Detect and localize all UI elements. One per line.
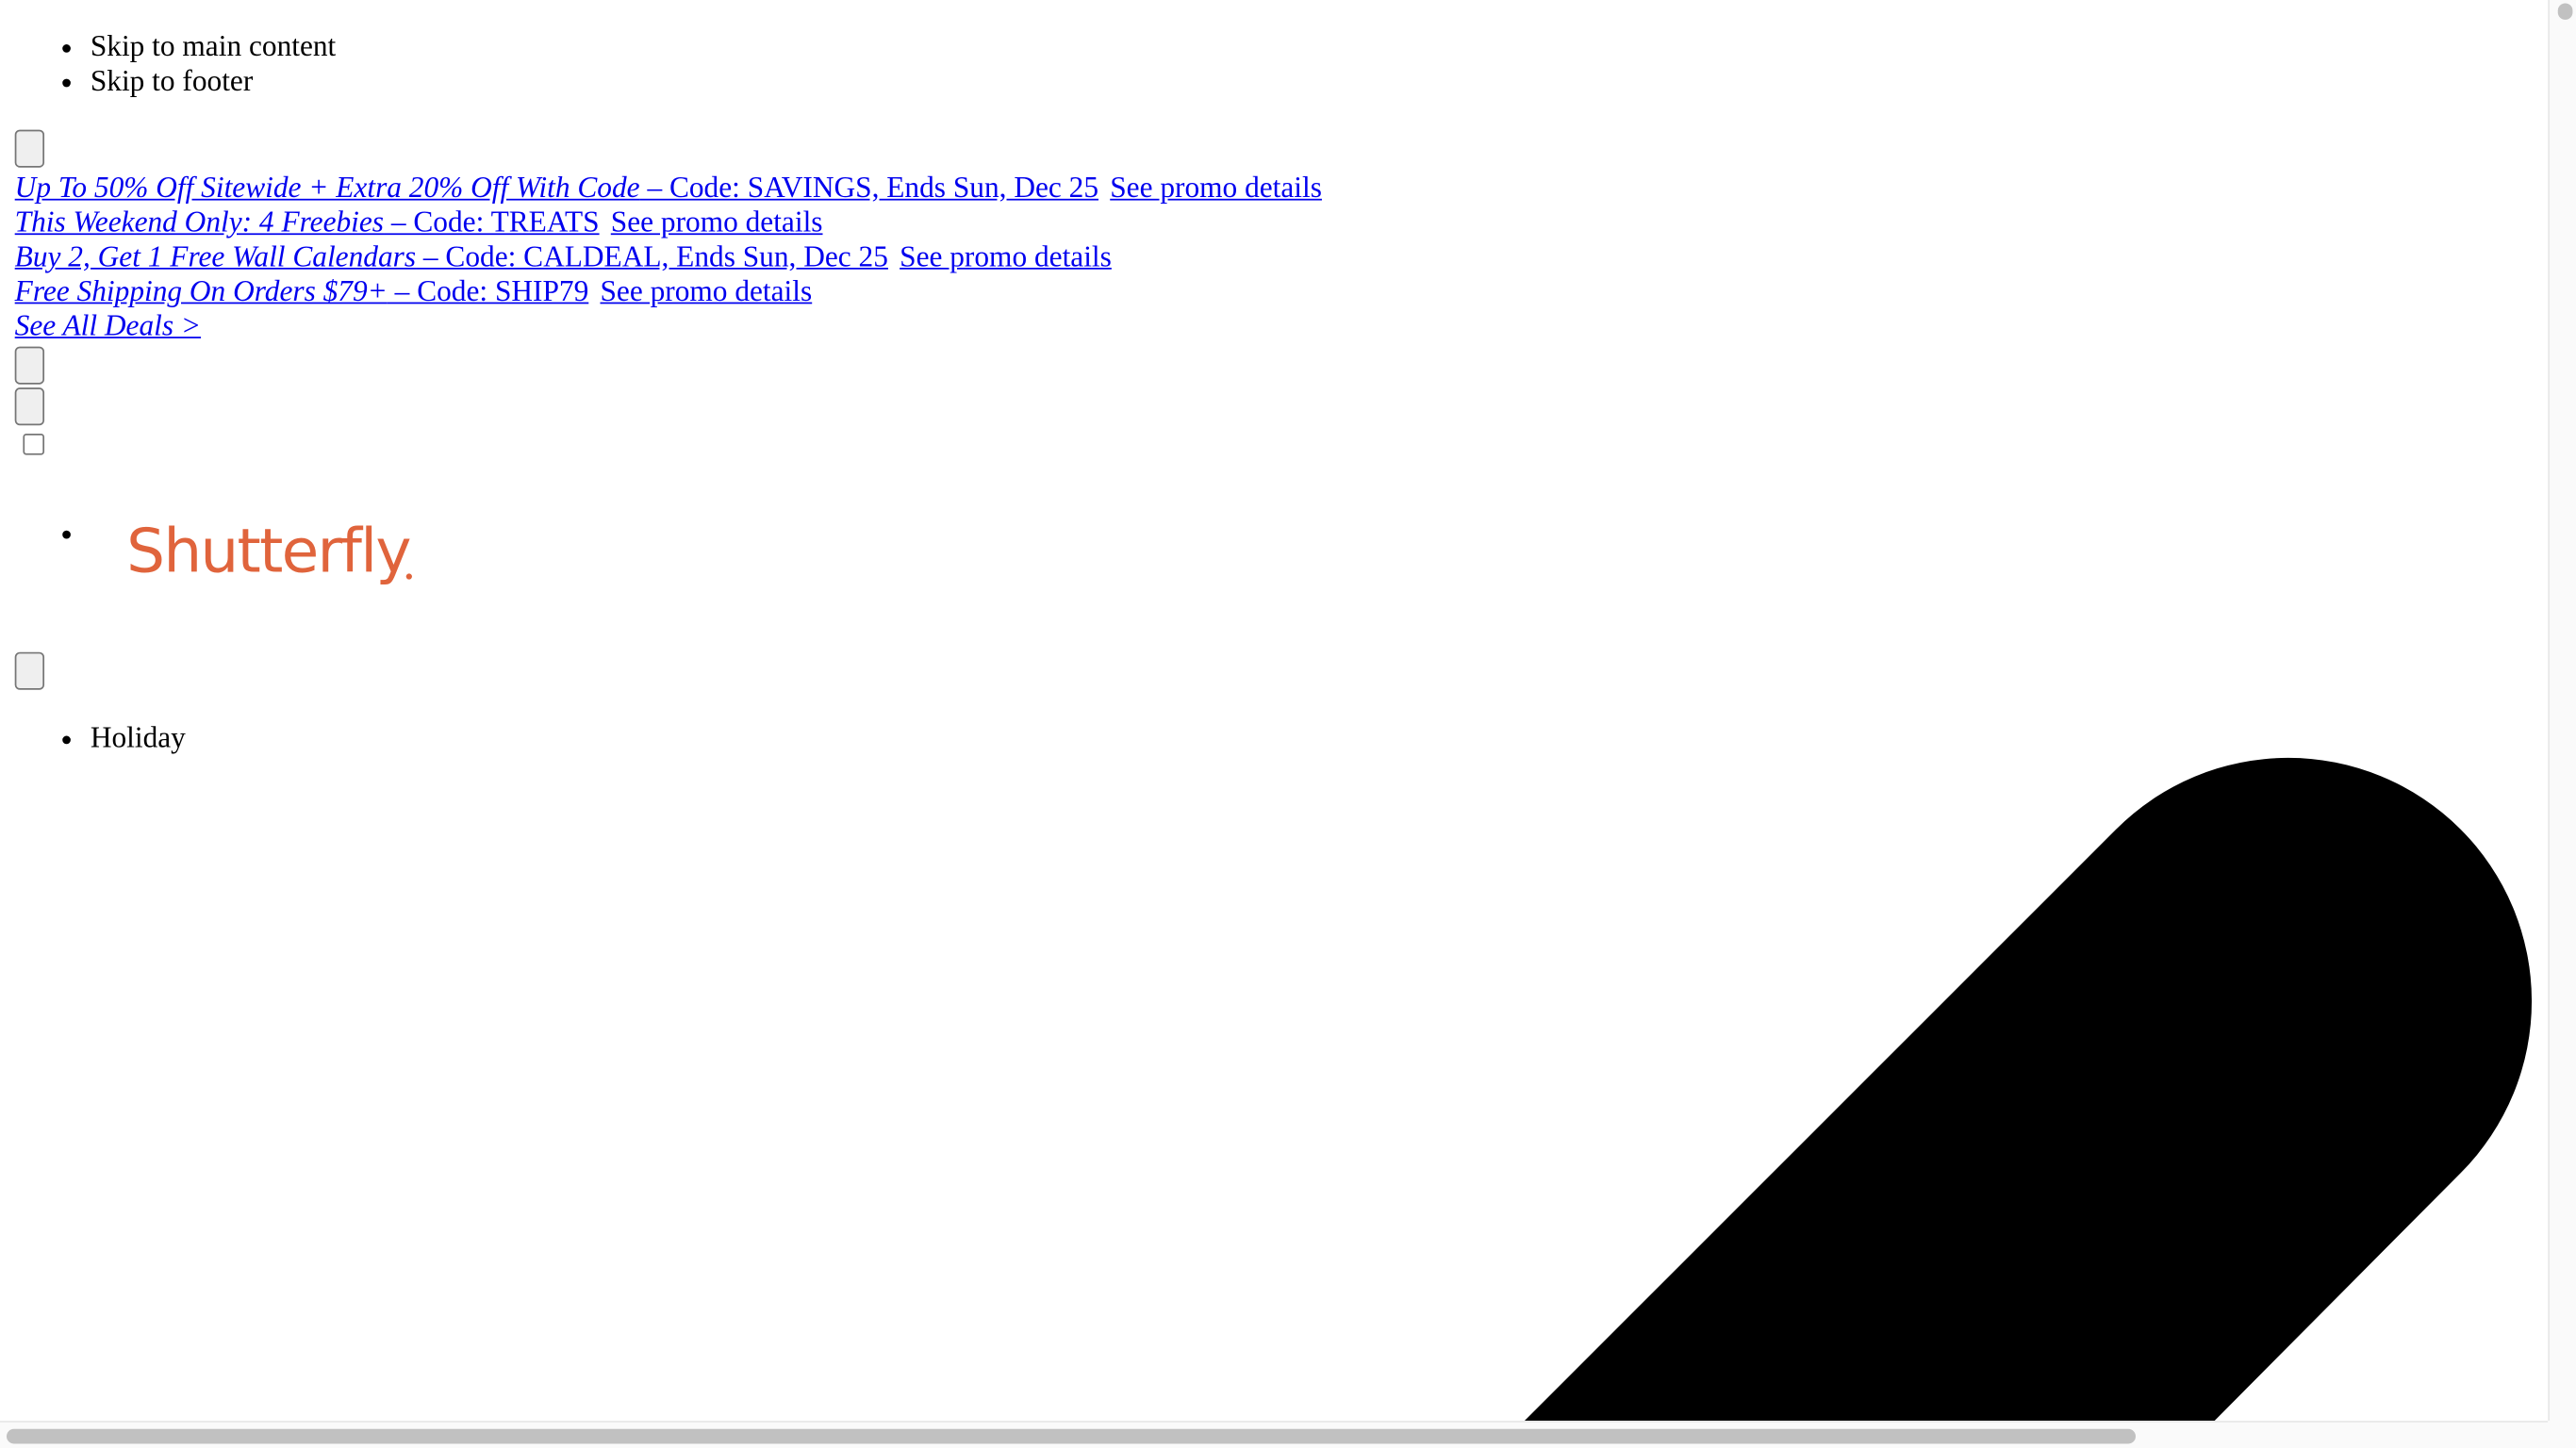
promo-details-link[interactable]: See promo details [611,206,823,239]
promo-deal-link[interactable]: Up To 50% Off Sitewide + Extra 20% Off W… [15,171,1098,204]
skip-links: Skip to main content Skip to footer [0,29,336,98]
vertical-scrollbar-thumb[interactable] [2557,3,2573,20]
page-viewport: Skip to main content Skip to footer Up T… [0,0,2548,1422]
promo-item: Free Shipping On Orders $79+ – Code: SHI… [15,274,1322,309]
promo-banner: Up To 50% Off Sitewide + Extra 20% Off W… [15,171,1322,343]
menu-checkbox[interactable] [23,433,45,455]
promo-deal-link[interactable]: Buy 2, Get 1 Free Wall Calendars – Code:… [15,239,888,272]
see-all-deals-row: See All Deals > [15,309,1322,344]
nav-item-holiday[interactable]: Holiday [91,721,186,756]
see-all-deals-link[interactable]: See All Deals > [15,309,201,342]
promo-next-button[interactable] [14,346,45,385]
logo-text: Shutterfly [126,519,410,587]
browser-stage: Skip to main content Skip to footer Up T… [0,0,2576,1448]
promo-item: This Weekend Only: 4 Freebies – Code: TR… [15,206,1322,240]
skip-to-main-link[interactable]: Skip to main content [91,29,336,64]
shutterfly-logo-graphic: Shutterfly [126,516,412,587]
promo-details-link[interactable]: See promo details [900,239,1112,272]
horizontal-scrollbar-thumb[interactable] [6,1428,2136,1444]
vertical-scrollbar[interactable] [2548,0,2576,1422]
menu-toggle-button[interactable] [14,387,45,426]
promo-item: Buy 2, Get 1 Free Wall Calendars – Code:… [15,239,1322,274]
scrollbar-corner [2548,1421,2576,1448]
pencil-icon-shape [1524,757,2533,1422]
search-toggle-button[interactable] [14,651,45,690]
skip-to-footer-link[interactable]: Skip to footer [91,64,336,99]
promo-item: Up To 50% Off Sitewide + Extra 20% Off W… [15,171,1322,206]
shutterfly-logo[interactable]: Shutterfly [126,516,422,595]
logo-dot [405,573,412,580]
main-nav: Holiday [0,721,186,756]
promo-details-link[interactable]: See promo details [1110,171,1322,204]
promo-prev-button[interactable] [14,129,45,168]
horizontal-scrollbar[interactable] [0,1421,2549,1448]
promo-details-link[interactable]: See promo details [600,274,812,307]
promo-deal-link[interactable]: Free Shipping On Orders $79+ – Code: SHI… [15,274,589,307]
promo-deal-link[interactable]: This Weekend Only: 4 Freebies – Code: TR… [15,206,600,239]
logo-list: Shutterfly [0,516,412,617]
